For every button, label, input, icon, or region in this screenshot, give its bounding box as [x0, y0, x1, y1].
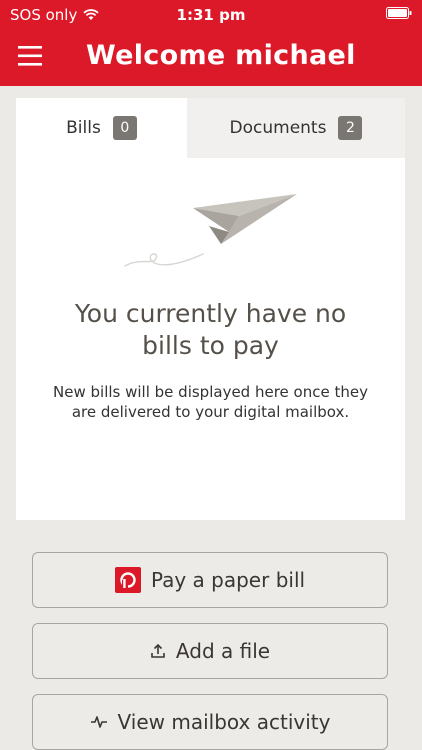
tab-documents-count-badge: 2 [338, 116, 363, 140]
app-header: Welcome michael [0, 30, 422, 86]
tab-bills-label: Bills [66, 118, 101, 138]
pay-paper-bill-button[interactable]: Pay a paper bill [32, 552, 388, 608]
empty-state-description: New bills will be displayed here once th… [53, 383, 368, 421]
add-file-label: Add a file [175, 639, 271, 663]
tab-documents-label: Documents [229, 118, 327, 138]
activity-pulse-icon [90, 716, 107, 728]
tab-documents[interactable]: Documents 2 [187, 98, 405, 158]
tab-bar: Bills 0 Documents 2 [16, 98, 405, 158]
empty-state-title: You currently have no bills to pay [74, 299, 347, 360]
top-bar: SOS only 1:31 pm Welcome michael [0, 0, 422, 86]
tab-bills[interactable]: Bills 0 [16, 98, 187, 158]
view-mailbox-activity-button[interactable]: View mailbox activity [32, 694, 388, 750]
hamburger-icon[interactable] [18, 44, 44, 68]
status-time: 1:31 pm [176, 6, 246, 24]
view-mailbox-activity-label: View mailbox activity [117, 710, 331, 734]
page-title: Welcome michael [86, 40, 356, 71]
auspost-logo-icon [114, 567, 141, 593]
pay-paper-bill-label: Pay a paper bill [150, 568, 306, 592]
upload-icon [151, 643, 165, 658]
add-file-button[interactable]: Add a file [32, 623, 388, 679]
tab-bills-count-badge: 0 [112, 116, 137, 140]
bills-card: Bills 0 Documents 2 You currently have n… [16, 98, 405, 520]
battery-icon [386, 7, 412, 19]
status-bar: SOS only 1:31 pm [0, 0, 422, 30]
paper-plane-icon [124, 194, 297, 267]
